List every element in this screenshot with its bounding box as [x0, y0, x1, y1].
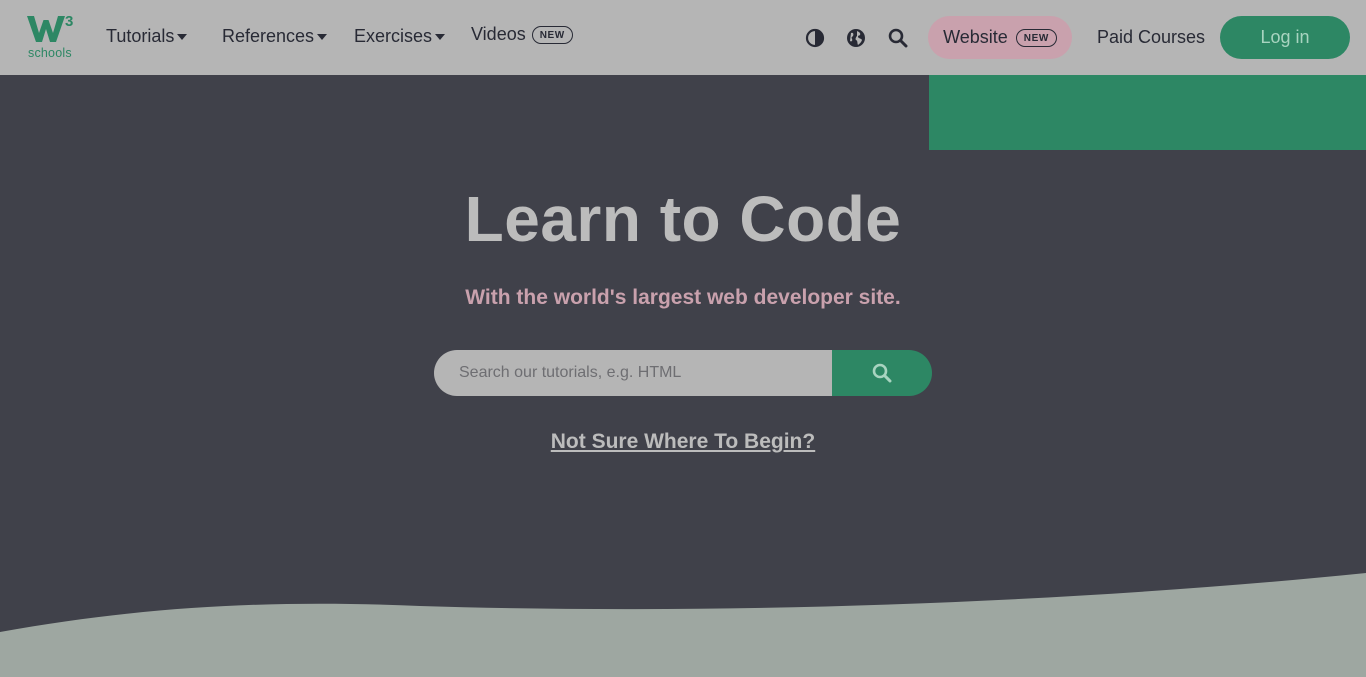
website-label: Website — [943, 27, 1008, 47]
contrast-icon — [805, 28, 825, 48]
hero-subtitle: With the world's largest web developer s… — [465, 286, 901, 309]
theme-toggle-button[interactable] — [804, 27, 826, 49]
nav-tutorials-label: Tutorials — [106, 26, 175, 46]
nav-tutorials[interactable]: Tutorials — [106, 26, 188, 47]
new-badge: NEW — [1015, 28, 1057, 47]
green-accent-block — [929, 75, 1366, 150]
nav-videos-label: Videos — [471, 24, 526, 44]
not-sure-link[interactable]: Not Sure Where To Begin? — [551, 430, 815, 453]
logo-superscript: 3 — [65, 13, 74, 30]
caret-down-icon — [435, 34, 446, 40]
new-badge: NEW — [531, 25, 573, 44]
caret-down-icon — [317, 34, 328, 40]
w3schools-logo[interactable]: 3 schools — [27, 13, 75, 60]
nav-exercises[interactable]: Exercises — [354, 26, 446, 47]
caret-down-icon — [177, 34, 188, 40]
search-icon — [888, 28, 908, 48]
w3-logo-icon — [27, 16, 65, 42]
paid-courses-link[interactable]: Paid Courses — [1097, 27, 1205, 48]
tutorial-search-input[interactable] — [434, 350, 832, 396]
login-button[interactable]: Log in — [1220, 16, 1350, 59]
nav-references[interactable]: References — [222, 26, 328, 47]
hero-title: Learn to Code — [464, 183, 902, 255]
nav-references-label: References — [222, 26, 315, 46]
not-sure-section: Not Sure Where To Begin? — [0, 430, 1366, 454]
tutorial-search-button[interactable] — [832, 350, 932, 396]
nav-search-button[interactable] — [887, 27, 909, 49]
website-button[interactable]: Website NEW — [928, 16, 1072, 59]
top-navbar: 3 schools Tutorials References Exercises… — [0, 0, 1366, 75]
globe-icon — [847, 29, 865, 47]
logo-text: schools — [28, 46, 72, 60]
nav-exercises-label: Exercises — [354, 26, 433, 46]
wave-divider — [0, 573, 1366, 677]
nav-videos[interactable]: Videos NEW — [471, 24, 573, 45]
search-icon — [872, 363, 892, 383]
language-button[interactable] — [845, 27, 867, 49]
